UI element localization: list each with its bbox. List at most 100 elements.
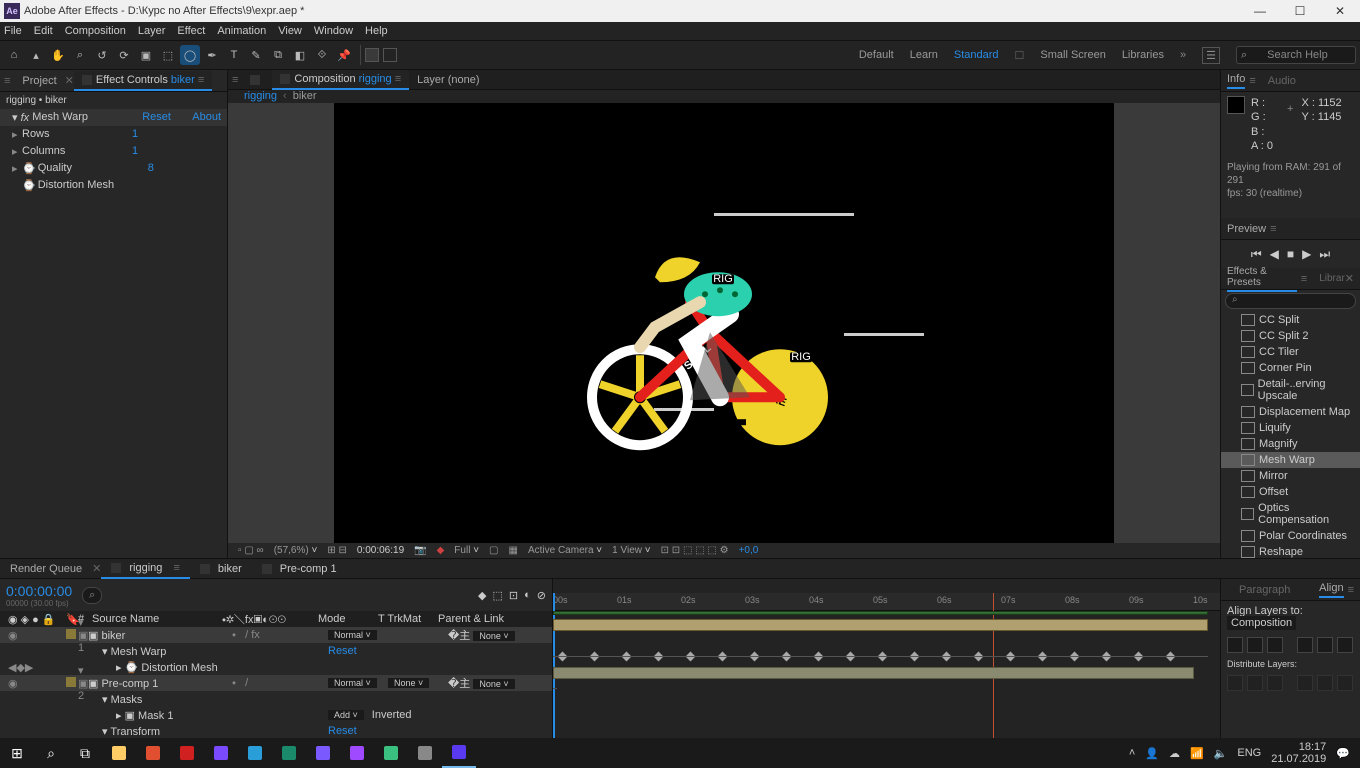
menu-layer[interactable]: Layer bbox=[138, 25, 166, 37]
stroke-swatch[interactable] bbox=[383, 48, 397, 62]
dist-1[interactable] bbox=[1227, 675, 1243, 691]
prop-columns[interactable]: Columns bbox=[22, 145, 132, 158]
effect-reset-link[interactable]: Reset bbox=[142, 111, 171, 124]
effect-name[interactable]: Mesh Warp bbox=[32, 111, 142, 124]
timeline-track[interactable] bbox=[553, 649, 1208, 665]
menu-window[interactable]: Window bbox=[314, 25, 353, 37]
brush-tool-icon[interactable]: ✎ bbox=[246, 45, 266, 65]
camera-tool-icon[interactable]: ▣ bbox=[136, 45, 156, 65]
fx-item[interactable]: Corner Pin bbox=[1221, 360, 1360, 376]
tab-composition[interactable]: Composition rigging ≡ bbox=[272, 70, 409, 90]
align-top-button[interactable] bbox=[1297, 637, 1313, 653]
timeline-search-input[interactable]: ⌕ bbox=[82, 587, 102, 604]
align-left-button[interactable] bbox=[1227, 637, 1243, 653]
tab-effects-presets[interactable]: Effects & Presets bbox=[1227, 266, 1297, 292]
timeline-track[interactable] bbox=[553, 617, 1208, 633]
tray-cloud-icon[interactable]: ☁ bbox=[1169, 747, 1180, 760]
timeline-track[interactable] bbox=[553, 697, 1208, 713]
prop-columns-value[interactable]: 1 bbox=[132, 145, 138, 158]
tl-icon5[interactable]: ⊘ bbox=[537, 589, 546, 602]
dist-6[interactable] bbox=[1337, 675, 1353, 691]
hand-tool-icon[interactable]: ✋ bbox=[48, 45, 68, 65]
dist-3[interactable] bbox=[1267, 675, 1283, 691]
prop-quality-value[interactable]: 8 bbox=[148, 162, 154, 175]
workspace-expand-icon[interactable]: » bbox=[1180, 49, 1186, 61]
panbehind-tool-icon[interactable]: ⬚ bbox=[158, 45, 178, 65]
shape-tool-icon[interactable]: ◯ bbox=[180, 45, 200, 65]
preview-play-icon[interactable]: ■ bbox=[1287, 247, 1294, 261]
taskbar-audition[interactable] bbox=[272, 738, 306, 768]
toggle-icons[interactable]: ⊡ ⊡ ⬚ ⬚ ⬚ ⚙ bbox=[661, 545, 729, 556]
prop-rows[interactable]: Rows bbox=[22, 128, 132, 141]
taskbar-explorer[interactable] bbox=[102, 738, 136, 768]
tray-notifications-icon[interactable]: 💬 bbox=[1336, 747, 1350, 760]
minimize-button[interactable]: — bbox=[1240, 0, 1280, 22]
fx-item[interactable]: Mesh Warp bbox=[1221, 452, 1360, 468]
tray-up-icon[interactable]: ˄ bbox=[1129, 747, 1135, 759]
workspace-smallscreen[interactable]: Small Screen bbox=[1040, 49, 1105, 61]
crumb-biker[interactable]: biker bbox=[293, 90, 317, 102]
timeline-track[interactable] bbox=[553, 713, 1208, 729]
tab-audio[interactable]: Audio bbox=[1268, 75, 1296, 87]
taskbar-opera[interactable] bbox=[170, 738, 204, 768]
menu-effect[interactable]: Effect bbox=[177, 25, 205, 37]
taskbar-windows[interactable]: ⊞ bbox=[0, 738, 34, 768]
tl-icon2[interactable]: ⬚ bbox=[493, 589, 503, 602]
tl-icon1[interactable]: ◆ bbox=[478, 589, 486, 602]
taskbar-lightroom[interactable] bbox=[408, 738, 442, 768]
close-button[interactable]: ✕ bbox=[1320, 0, 1360, 22]
orbit-tool-icon[interactable]: ↺ bbox=[92, 45, 112, 65]
text-tool-icon[interactable]: T bbox=[224, 45, 244, 65]
taskbar-premiere[interactable] bbox=[204, 738, 238, 768]
menu-help[interactable]: Help bbox=[365, 25, 388, 37]
preview-prev-icon[interactable]: ◀ bbox=[1270, 247, 1279, 261]
tab-render-queue[interactable]: Render Queue bbox=[0, 560, 92, 578]
workspace-default[interactable]: Default bbox=[859, 49, 894, 61]
maximize-button[interactable]: ☐ bbox=[1280, 0, 1320, 22]
layer-row[interactable]: ◉ ▾ ▣ 2▣ Pre-comp 1⬩ / Normal ˅None ˅�主 … bbox=[0, 675, 552, 691]
menu-file[interactable]: File bbox=[4, 25, 22, 37]
roi-icon[interactable]: ▢ bbox=[489, 545, 498, 556]
preview-next-icon[interactable]: ▶ bbox=[1302, 247, 1311, 261]
taskbar-taskview[interactable]: ⧉ bbox=[68, 738, 102, 768]
tab-paragraph[interactable]: Paragraph bbox=[1239, 584, 1290, 596]
tab-biker-timeline[interactable]: biker bbox=[190, 560, 252, 578]
resolution-dropdown[interactable]: Full ˅ bbox=[454, 545, 479, 556]
selection-tool-icon[interactable]: ▴ bbox=[26, 45, 46, 65]
fx-item[interactable]: Mirror bbox=[1221, 468, 1360, 484]
align-hcenter-button[interactable] bbox=[1247, 637, 1263, 653]
fx-item[interactable]: Optics Compensation bbox=[1221, 500, 1360, 528]
magnify-icon[interactable]: ▫ ▢ ∞ bbox=[238, 545, 264, 556]
fx-item[interactable]: Detail-..erving Upscale bbox=[1221, 376, 1360, 404]
fx-item[interactable]: Reshape bbox=[1221, 544, 1360, 558]
timeline-track[interactable] bbox=[553, 633, 1208, 649]
taskbar-photoshop[interactable] bbox=[238, 738, 272, 768]
camera-dropdown[interactable]: Active Camera ˅ bbox=[528, 545, 602, 556]
layer-row[interactable]: ◉ ▾ ▣ 1▣ biker⬩ / fxNormal ˅�主 None ˅ bbox=[0, 627, 552, 643]
timeline-track[interactable] bbox=[553, 681, 1208, 697]
workspace-standard[interactable]: Standard bbox=[954, 49, 999, 61]
timecode-display[interactable]: 0:00:06:19 bbox=[357, 545, 404, 556]
workspace-learn[interactable]: Learn bbox=[910, 49, 938, 61]
tab-preview[interactable]: Preview bbox=[1227, 223, 1266, 235]
composition-viewer[interactable]: AE RIG bbox=[228, 103, 1220, 543]
fx-item[interactable]: Polar Coordinates bbox=[1221, 528, 1360, 544]
time-ruler[interactable]: 00s01s02s03s04s05s06s07s08s09s10s bbox=[553, 593, 1220, 611]
timeline-track[interactable] bbox=[553, 665, 1208, 681]
workspace-libraries[interactable]: Libraries bbox=[1122, 49, 1164, 61]
crumb-rigging[interactable]: rigging bbox=[244, 90, 277, 102]
menu-edit[interactable]: Edit bbox=[34, 25, 53, 37]
tray-wifi-icon[interactable]: 📶 bbox=[1190, 747, 1204, 760]
tab-effect-controls[interactable]: Effect Controls biker ≡ bbox=[74, 71, 212, 91]
zoom-tool-icon[interactable]: ⌕ bbox=[70, 45, 90, 65]
effects-search-input[interactable]: ⌕ bbox=[1225, 293, 1356, 309]
tab-info[interactable]: Info bbox=[1227, 73, 1245, 89]
dist-4[interactable] bbox=[1297, 675, 1313, 691]
tab-precomp-timeline[interactable]: Pre-comp 1 bbox=[252, 560, 347, 578]
fx-item[interactable]: Offset bbox=[1221, 484, 1360, 500]
prop-rows-value[interactable]: 1 bbox=[132, 128, 138, 141]
tab-project[interactable]: Project bbox=[14, 72, 64, 90]
comp-tab-toggle[interactable] bbox=[242, 72, 272, 88]
tab-align[interactable]: Align bbox=[1319, 582, 1343, 598]
clone-tool-icon[interactable]: ⧉ bbox=[268, 45, 288, 65]
